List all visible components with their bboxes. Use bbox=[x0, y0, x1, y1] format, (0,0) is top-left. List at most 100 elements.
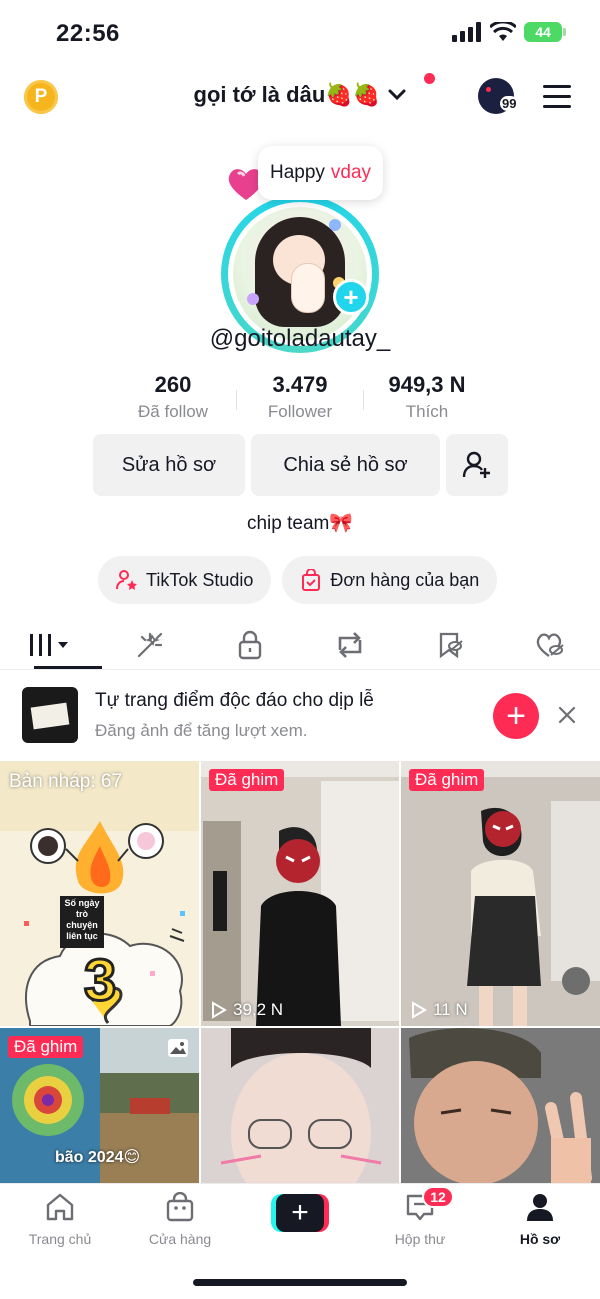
sparkle-icon bbox=[137, 632, 163, 657]
play-icon bbox=[412, 1001, 427, 1019]
photo-caption: bão 2024😊 bbox=[55, 1149, 141, 1166]
home-icon bbox=[46, 1193, 74, 1221]
nav-inbox-label: Hộp thư bbox=[394, 1231, 446, 1247]
profile-header: P gọi tớ là dâu🍓🍓 99 bbox=[0, 68, 600, 126]
stat-followers[interactable]: 3.479 Follower bbox=[237, 372, 363, 428]
lock-icon bbox=[238, 630, 262, 659]
wifi-icon bbox=[490, 22, 516, 41]
shopping-bag-icon bbox=[302, 569, 321, 591]
profile-handle: @goitoladautay_ bbox=[209, 325, 391, 352]
chevron-down-icon bbox=[388, 89, 405, 101]
create-button[interactable]: + bbox=[271, 1194, 329, 1232]
note-text: Happy bbox=[270, 162, 325, 183]
tab-repost[interactable] bbox=[300, 620, 400, 669]
home-indicator bbox=[193, 1279, 407, 1286]
video-thumbnail bbox=[401, 1028, 600, 1183]
tab-liked[interactable] bbox=[500, 620, 600, 669]
tiktok-studio-label: TikTok Studio bbox=[146, 569, 254, 590]
stat-likes[interactable]: 949,3 N Thích bbox=[364, 372, 490, 428]
tab-videos[interactable] bbox=[0, 620, 102, 669]
menu-icon[interactable] bbox=[543, 85, 571, 109]
video-tile[interactable]: Đã ghim bão 2024😊 bbox=[0, 1028, 199, 1183]
stat-following-label: Đã follow bbox=[138, 402, 208, 421]
pinned-badge: Đã ghim bbox=[209, 769, 285, 791]
shop-icon bbox=[166, 1191, 194, 1222]
profile-actions: Sửa hồ sơ Chia sẻ hồ sơ bbox=[93, 434, 508, 496]
battery-icon: 44 bbox=[524, 22, 566, 42]
pinned-badge: Đã ghim bbox=[8, 1036, 84, 1058]
promo-create-button[interactable]: + bbox=[493, 693, 539, 739]
share-profile-button[interactable]: Chia sẻ hồ sơ bbox=[251, 434, 440, 496]
draft-count: Bản nháp: 67 bbox=[9, 771, 123, 792]
stat-followers-label: Follower bbox=[267, 402, 333, 421]
streak-text: Số ngày trò chuyện liên tục bbox=[64, 898, 100, 941]
nav-home[interactable]: Trang chủ bbox=[10, 1192, 110, 1247]
video-tile[interactable]: Đã ghim 39,2 N bbox=[201, 761, 399, 1026]
heart-hidden-icon bbox=[536, 632, 564, 657]
video-thumbnail bbox=[201, 1028, 399, 1183]
video-tile[interactable] bbox=[401, 1028, 600, 1183]
profile-stats: 260 Đã follow 3.479 Follower 949,3 N Thí… bbox=[110, 372, 490, 428]
promo-banner[interactable]: Tự trang điểm độc đáo cho dịp lễ Đăng ản… bbox=[0, 671, 600, 761]
avatar-dot bbox=[486, 87, 491, 92]
view-count: 39,2 N bbox=[211, 1000, 283, 1020]
view-count-value: 11 N bbox=[433, 1000, 468, 1019]
nav-profile-label: Hồ sơ bbox=[519, 1231, 561, 1247]
photo-icon bbox=[168, 1039, 188, 1057]
streak-number: 3 bbox=[82, 947, 117, 1015]
avatar-image bbox=[233, 207, 367, 341]
promo-thumbnail bbox=[22, 687, 78, 743]
add-user-icon bbox=[462, 451, 490, 478]
tab-favorites[interactable] bbox=[400, 620, 500, 669]
nav-shop[interactable]: Cửa hàng bbox=[130, 1191, 230, 1247]
signal-icon bbox=[452, 22, 481, 42]
status-icons: 44 bbox=[452, 22, 566, 42]
tab-reposts-sparkle[interactable] bbox=[100, 620, 200, 669]
view-count: 11 N bbox=[411, 1000, 468, 1020]
add-avatar-button[interactable]: + bbox=[333, 279, 369, 315]
username: gọi tớ là dâu🍓🍓 bbox=[193, 82, 381, 107]
profile-icon bbox=[527, 1194, 553, 1221]
note-bubble[interactable]: Happy vday bbox=[258, 146, 384, 200]
grid-icon bbox=[30, 633, 68, 656]
stat-likes-value: 949,3 N bbox=[388, 372, 466, 397]
account-badge: 99 bbox=[500, 96, 519, 111]
notification-dot bbox=[424, 73, 435, 84]
video-tile-draft[interactable]: Số ngày trò chuyện liên tục 3 Bản nháp: … bbox=[0, 761, 199, 1026]
bookmark-hidden-icon bbox=[439, 632, 463, 658]
nav-home-label: Trang chủ bbox=[28, 1231, 92, 1247]
promo-title: Tự trang điểm độc đáo cho dịp lễ bbox=[95, 690, 374, 711]
orders-button[interactable]: Đơn hàng của bạn bbox=[282, 556, 498, 604]
status-bar: 22:56 44 bbox=[0, 0, 600, 64]
stat-likes-label: Thích bbox=[405, 402, 449, 421]
edit-profile-button[interactable]: Sửa hồ sơ bbox=[93, 434, 245, 496]
tab-private[interactable] bbox=[200, 620, 300, 669]
video-tile[interactable] bbox=[201, 1028, 399, 1183]
note-highlight: vday bbox=[330, 162, 372, 183]
stat-following[interactable]: 260 Đã follow bbox=[110, 372, 236, 428]
stat-following-value: 260 bbox=[154, 372, 192, 397]
orders-label: Đơn hàng của bạn bbox=[330, 569, 480, 590]
add-friend-button[interactable] bbox=[446, 434, 508, 496]
play-icon bbox=[212, 1001, 227, 1019]
content-tabs bbox=[0, 620, 600, 670]
studio-icon bbox=[116, 570, 137, 590]
profile-shortcuts: TikTok Studio Đơn hàng của bạn bbox=[98, 556, 498, 604]
video-thumbnail bbox=[201, 761, 399, 1026]
repost-icon bbox=[338, 631, 362, 658]
battery-level: 44 bbox=[535, 24, 551, 40]
nav-inbox[interactable]: Hộp thư bbox=[370, 1192, 470, 1247]
inbox-count-badge: 12 bbox=[422, 1186, 454, 1208]
view-count-value: 39,2 N bbox=[233, 1000, 284, 1019]
nav-shop-label: Cửa hàng bbox=[148, 1231, 212, 1247]
promo-subtitle: Đăng ảnh để tăng lượt xem. bbox=[95, 721, 308, 740]
pinned-badge: Đã ghim bbox=[409, 769, 485, 791]
stat-followers-value: 3.479 bbox=[272, 372, 328, 397]
tiktok-studio-button[interactable]: TikTok Studio bbox=[98, 556, 272, 604]
status-time: 22:56 bbox=[56, 20, 120, 47]
video-thumbnail bbox=[401, 761, 600, 1026]
close-icon[interactable] bbox=[556, 704, 578, 726]
create-plus-icon: + bbox=[276, 1194, 324, 1232]
nav-profile[interactable]: Hồ sơ bbox=[490, 1192, 590, 1247]
video-tile[interactable]: Đã ghim 11 N bbox=[401, 761, 600, 1026]
